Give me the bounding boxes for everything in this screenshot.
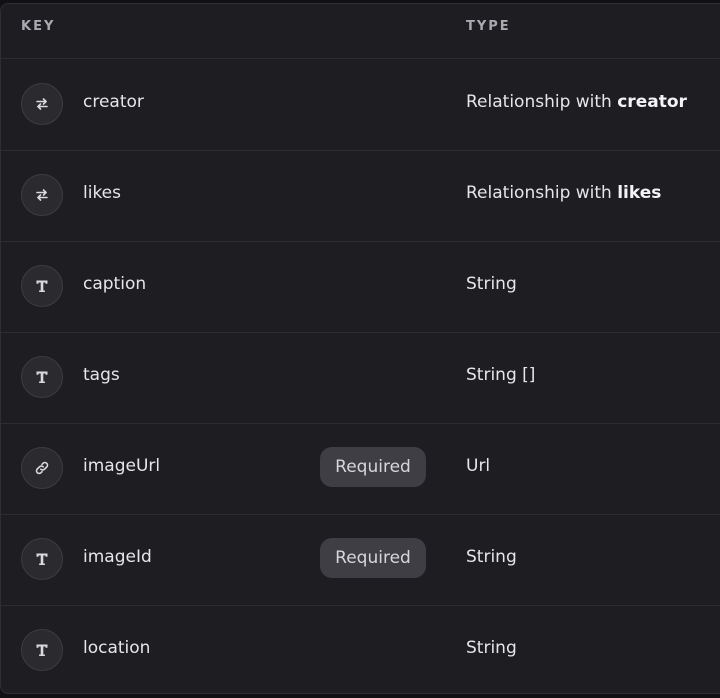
attribute-type-text: String: [466, 547, 517, 567]
attribute-type-text: Relationship with: [466, 183, 618, 203]
table-row[interactable]: tags String []: [1, 332, 720, 424]
relationship-target: creator: [617, 92, 687, 112]
attribute-type: Relationship with likes: [466, 183, 661, 203]
table-row[interactable]: likes Relationship with likes: [1, 150, 720, 242]
required-badge: Required: [320, 447, 426, 487]
attribute-type: String: [466, 274, 517, 294]
text-type-icon: [21, 265, 63, 307]
key-column-header: KEY: [21, 19, 56, 34]
attribute-type: Url: [466, 456, 490, 476]
attribute-key: likes: [83, 183, 122, 203]
table-header: KEY TYPE: [1, 4, 720, 59]
attributes-table: KEY TYPE creator Relationship with creato…: [0, 3, 720, 694]
attribute-type-text: Relationship with: [466, 92, 618, 112]
relationship-target: likes: [617, 183, 662, 203]
attribute-type-text: String: [466, 274, 517, 294]
text-type-icon: [21, 629, 63, 671]
attribute-key: creator: [83, 92, 144, 112]
attribute-type-text: String []: [466, 365, 536, 385]
attribute-key: tags: [83, 365, 120, 385]
table-row[interactable]: location String: [1, 605, 720, 693]
attribute-key: location: [83, 638, 151, 658]
attribute-type: String: [466, 547, 517, 567]
type-column-header: TYPE: [466, 19, 511, 34]
attribute-type: String: [466, 638, 517, 658]
attribute-key: caption: [83, 274, 147, 294]
relationship-icon: [21, 83, 63, 125]
attribute-key: imageId: [83, 547, 152, 567]
table-row[interactable]: caption String: [1, 241, 720, 333]
attribute-type-text: Url: [466, 456, 491, 476]
required-badge: Required: [320, 538, 426, 578]
link-icon: [21, 447, 63, 489]
relationship-icon: [21, 174, 63, 216]
attribute-type: String []: [466, 365, 535, 385]
attribute-type-text: String: [466, 638, 517, 658]
table-row[interactable]: imageId Required String: [1, 514, 720, 606]
table-row[interactable]: creator Relationship with creator: [1, 59, 720, 151]
attribute-key: imageUrl: [83, 456, 161, 476]
table-row[interactable]: imageUrl Required Url: [1, 423, 720, 515]
attribute-type: Relationship with creator: [466, 92, 687, 112]
text-type-icon: [21, 538, 63, 580]
text-type-icon: [21, 356, 63, 398]
